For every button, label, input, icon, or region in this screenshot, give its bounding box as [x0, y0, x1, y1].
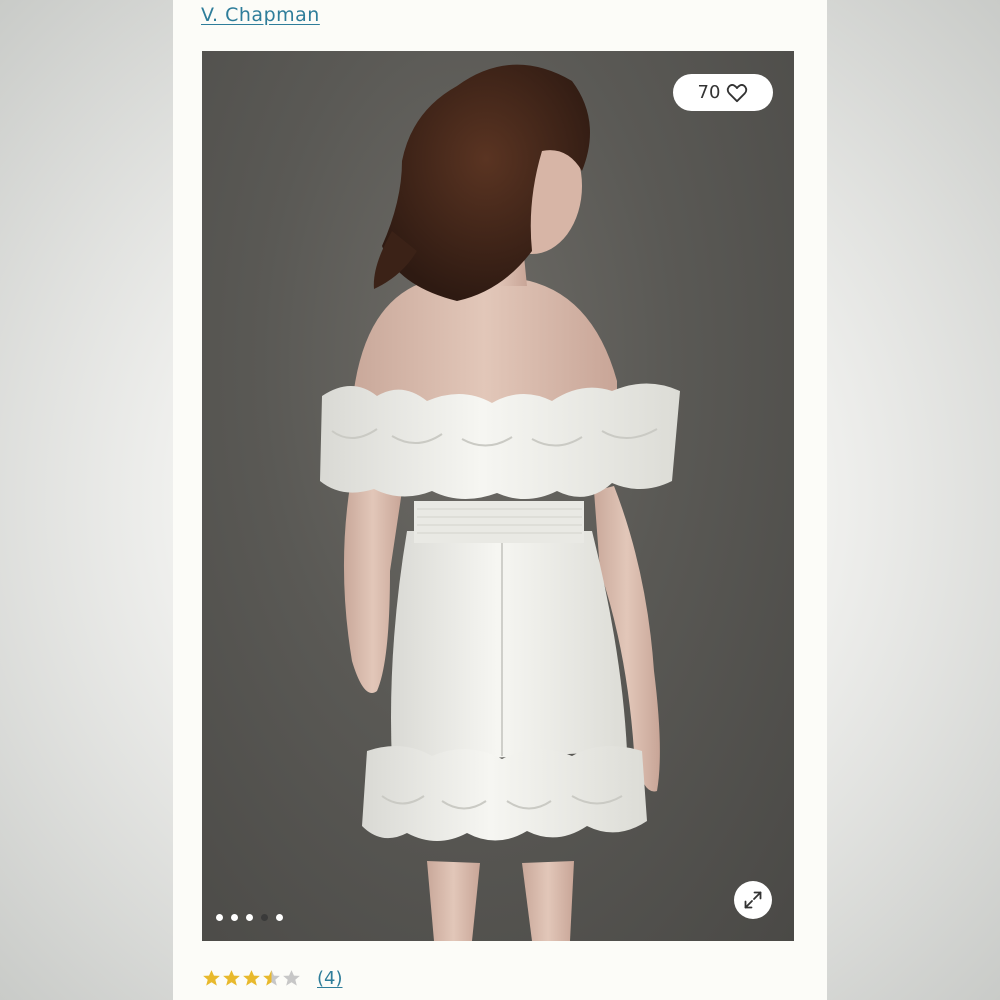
gallery-dot[interactable] — [261, 914, 268, 921]
expand-image-button[interactable] — [734, 881, 772, 919]
brand-link[interactable]: V. Chapman — [201, 4, 320, 26]
heart-icon — [727, 83, 748, 102]
star-icon — [203, 970, 220, 986]
gallery-dot[interactable] — [276, 914, 283, 921]
review-count-link[interactable]: (4) — [317, 968, 343, 989]
product-card: V. Chapman 70 (4) — [173, 0, 827, 1000]
favorite-button[interactable]: 70 — [673, 74, 773, 111]
favorite-count: 70 — [697, 82, 721, 103]
expand-icon — [744, 891, 762, 909]
gallery-dot[interactable] — [246, 914, 253, 921]
star-icon — [263, 970, 280, 986]
star-rating — [202, 969, 301, 988]
star-icon — [243, 970, 260, 986]
product-rating: (4) — [202, 968, 343, 989]
gallery-dot[interactable] — [231, 914, 238, 921]
gallery-dot[interactable] — [216, 914, 223, 921]
star-icon — [223, 970, 240, 986]
product-image[interactable] — [202, 51, 794, 941]
gallery-pagination — [216, 914, 283, 921]
star-icon — [283, 970, 300, 986]
product-image-gallery[interactable]: 70 — [202, 51, 794, 941]
